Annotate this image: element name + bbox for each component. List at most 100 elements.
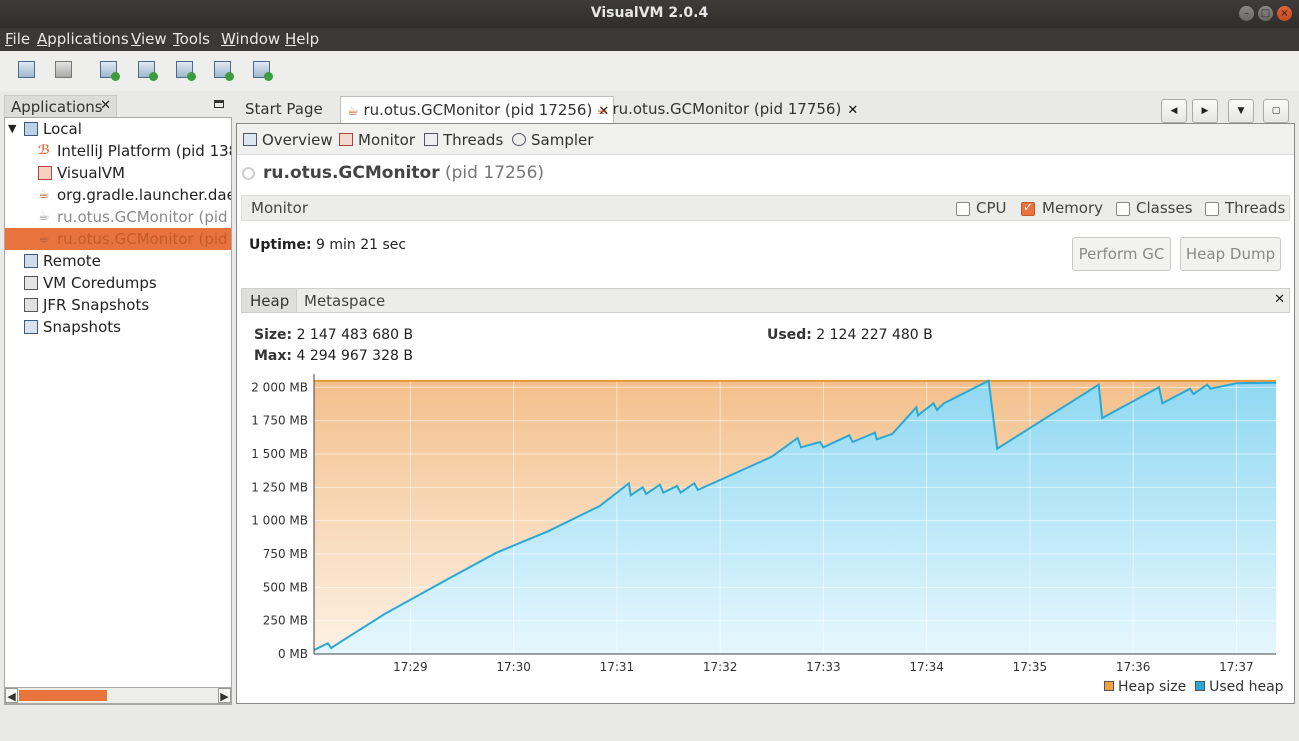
java-cup-icon: ☕	[38, 187, 50, 202]
tree-node-visualvm[interactable]: VisualVM	[5, 162, 231, 184]
y-tick-label: 1 500 MB	[251, 447, 308, 461]
add-coredump-icon[interactable]	[176, 61, 196, 81]
tree-node-gcmonitor-1[interactable]: ☕ ru.otus.GCMonitor (pid 17	[5, 206, 231, 228]
tree-node-gcmonitor-2[interactable]: ☕ ru.otus.GCMonitor (pid 1	[5, 228, 231, 250]
heap-dump-button[interactable]: Heap Dump	[1180, 237, 1281, 271]
close-tab-icon[interactable]: ✕	[847, 103, 858, 118]
y-tick-label: 500 MB	[263, 580, 308, 594]
heap-chart: 0 MB 250 MB 500 MB 750 MB 1 000 MB 1 250 MB 1 …	[251, 374, 1277, 674]
maximize-button[interactable]: □	[1258, 6, 1273, 21]
legend-used-heap: Used heap	[1209, 679, 1284, 695]
disk-icon[interactable]	[55, 61, 72, 78]
minimize-button[interactable]: –	[1239, 6, 1254, 21]
classes-checkbox[interactable]	[1116, 202, 1130, 216]
coredump-icon	[24, 276, 38, 290]
tree-node-intellij[interactable]: ℬ IntelliJ Platform (pid 1385	[5, 140, 231, 162]
y-tick-label: 750 MB	[263, 547, 308, 561]
x-tick-label: 17:31	[600, 660, 635, 674]
x-tick-label: 17:35	[1013, 660, 1048, 674]
menu-applications[interactable]: Applications	[37, 30, 129, 48]
perform-gc-button[interactable]: Perform GC	[1072, 237, 1171, 271]
tree-node-local[interactable]: ▼ Local	[5, 118, 231, 140]
menu-bar: File Applications View Tools Window Help	[0, 28, 1299, 51]
monitor-icon	[339, 133, 353, 146]
x-tick-label: 17:29	[393, 660, 428, 674]
tab-start-page[interactable]: Start Page	[238, 96, 330, 126]
java-cup-icon: ☕	[596, 103, 608, 118]
scroll-right-icon[interactable]: ▶	[218, 688, 231, 703]
heap-size-legend-icon	[1104, 681, 1114, 691]
legend-heap-size: Heap size	[1118, 679, 1187, 695]
java-cup-icon: ☕	[38, 231, 50, 246]
java-cup-icon: ☕	[347, 104, 359, 119]
y-tick-label: 250 MB	[263, 614, 308, 628]
menu-window[interactable]: Window	[221, 30, 280, 48]
sub-tab-bar: Overview Monitor Threads Sampler	[237, 124, 1294, 155]
threads-checkbox[interactable]	[1205, 202, 1219, 216]
tab-heap[interactable]: Heap	[242, 289, 297, 312]
info-icon	[243, 133, 257, 146]
close-icon[interactable]: ✕	[100, 98, 111, 113]
tab-list-button[interactable]: ▼	[1228, 99, 1254, 123]
menu-file[interactable]: File	[5, 30, 30, 48]
tree-node-snapshots[interactable]: Snapshots	[5, 316, 231, 338]
menu-tools[interactable]: Tools	[173, 30, 210, 48]
subtab-sampler[interactable]: Sampler	[512, 131, 593, 149]
toolbar	[0, 51, 1299, 91]
memory-checkbox[interactable]	[1021, 200, 1035, 216]
cpu-checkbox[interactable]	[956, 202, 970, 216]
scroll-tabs-left-button[interactable]: ◀	[1161, 99, 1187, 123]
tab-metaspace[interactable]: Metaspace	[304, 292, 385, 310]
minimize-panel-icon[interactable]	[214, 100, 224, 108]
x-tick-label: 17:32	[703, 660, 738, 674]
jfr-icon	[24, 298, 38, 312]
subtab-overview[interactable]: Overview	[243, 131, 333, 149]
y-tick-label: 0 MB	[278, 647, 308, 661]
menu-view[interactable]: View	[131, 30, 167, 48]
y-tick-label: 2 000 MB	[251, 380, 308, 394]
snapshot-icon	[24, 320, 38, 334]
y-tick-label: 1 250 MB	[251, 480, 308, 494]
threads-icon	[424, 133, 438, 146]
tree-node-remote[interactable]: Remote	[5, 250, 231, 272]
sampler-icon	[512, 133, 526, 146]
chart-legend: Heap size Used heap	[1104, 679, 1284, 695]
add-jmx-icon[interactable]	[138, 61, 158, 81]
scrollbar-thumb[interactable]	[19, 690, 107, 701]
monitor-header: Monitor CPU Memory Classes Threads	[241, 195, 1290, 221]
add-app-icon[interactable]	[100, 61, 120, 81]
x-tick-label: 17:36	[1116, 660, 1151, 674]
scroll-tabs-right-button[interactable]: ▶	[1192, 99, 1218, 123]
heap-size: Size: 2 147 483 680 B	[254, 327, 414, 343]
horizontal-scrollbar[interactable]: ◀ ▶	[4, 687, 232, 704]
visualvm-icon	[38, 166, 52, 180]
intellij-icon: ℬ	[38, 143, 51, 158]
process-status-icon	[242, 167, 255, 180]
applications-tab[interactable]: Applications ✕	[4, 95, 117, 118]
add-snapshot-icon[interactable]	[214, 61, 234, 81]
heap-used: Used: 2 124 227 480 B	[767, 327, 933, 343]
x-tick-label: 17:33	[806, 660, 841, 674]
scroll-left-icon[interactable]: ◀	[5, 688, 18, 703]
y-tick-label: 1 750 MB	[251, 414, 308, 428]
add-jfr-icon[interactable]	[253, 61, 273, 81]
tree-node-jfr[interactable]: JFR Snapshots	[5, 294, 231, 316]
remote-icon	[24, 254, 38, 268]
heap-tab-bar: Heap Metaspace ✕	[241, 288, 1290, 313]
process-title: ru.otus.GCMonitor (pid 17256)	[263, 163, 545, 183]
tree-node-gradle[interactable]: ☕ org.gradle.launcher.daen	[5, 184, 231, 206]
classes-checkbox-label: Classes	[1136, 199, 1193, 217]
subtab-threads[interactable]: Threads	[424, 131, 503, 149]
expand-arrow-icon[interactable]: ▼	[8, 118, 16, 140]
threads-checkbox-label: Threads	[1225, 199, 1286, 217]
title-bar: VisualVM 2.0.4 – □ ×	[0, 0, 1299, 28]
close-button[interactable]: ×	[1277, 6, 1292, 21]
close-icon[interactable]: ✕	[1274, 292, 1285, 307]
save-icon[interactable]	[18, 61, 35, 78]
java-cup-icon: ☕	[38, 209, 50, 224]
menu-help[interactable]: Help	[285, 30, 319, 48]
subtab-monitor[interactable]: Monitor	[339, 131, 415, 149]
tab-gcmonitor-17756[interactable]: ☕ ru.otus.GCMonitor (pid 17756) ✕	[592, 96, 862, 126]
tree-node-coredumps[interactable]: VM Coredumps	[5, 272, 231, 294]
maximize-tab-button[interactable]: ▢	[1263, 99, 1289, 123]
